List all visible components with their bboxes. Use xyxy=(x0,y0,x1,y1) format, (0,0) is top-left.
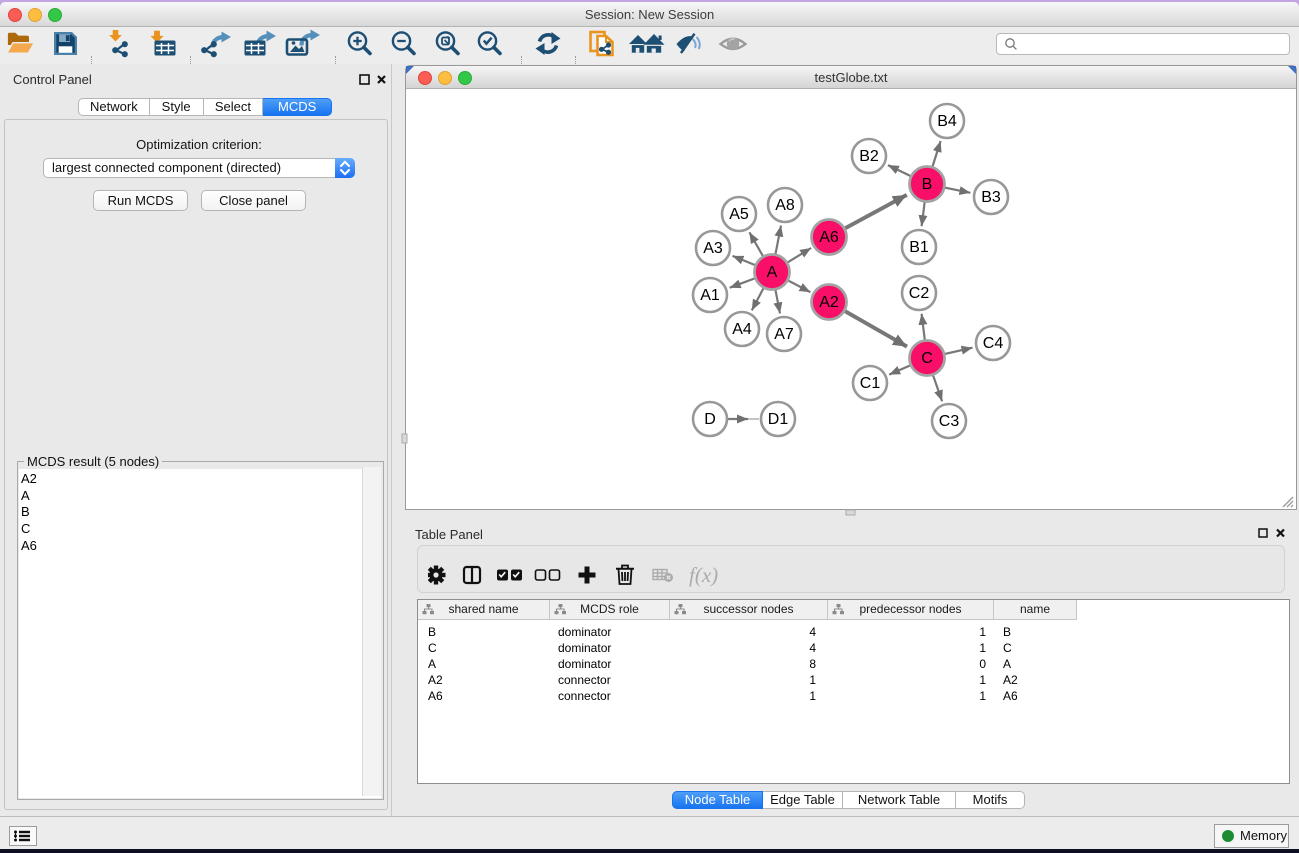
svg-text:f(x): f(x) xyxy=(689,563,718,587)
